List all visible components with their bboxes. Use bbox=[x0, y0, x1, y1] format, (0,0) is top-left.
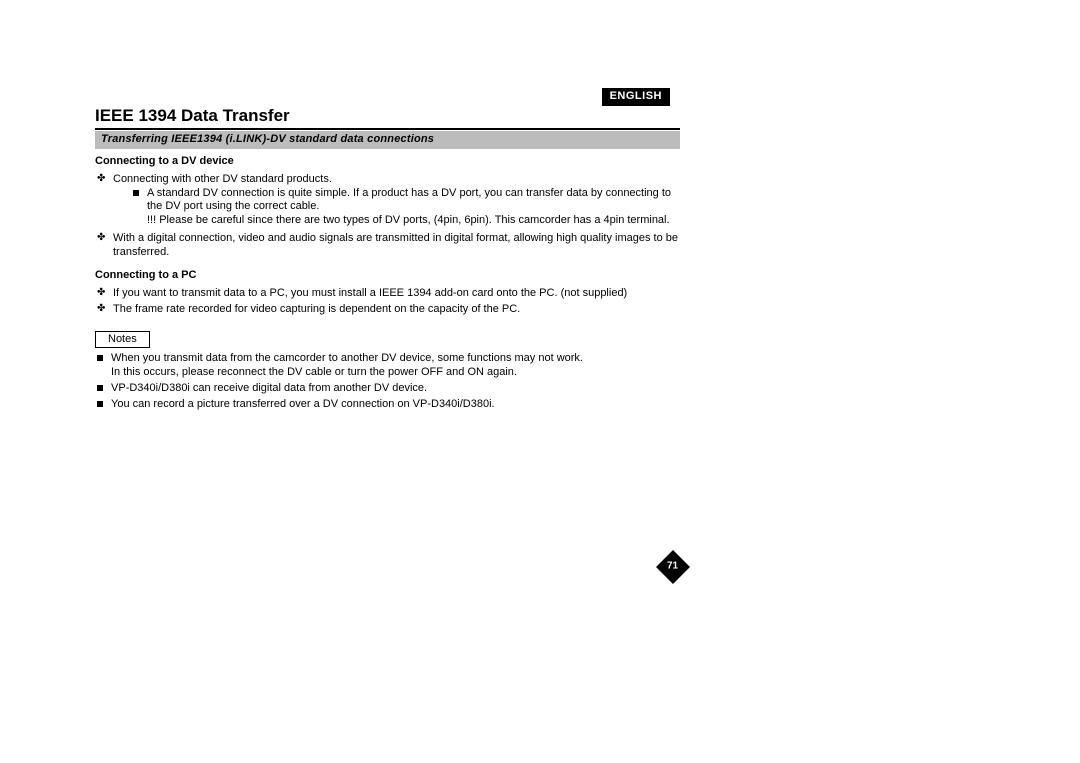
list-item: A standard DV connection is quite simple… bbox=[131, 187, 680, 228]
section-heading-dv: Connecting to a DV device bbox=[95, 155, 680, 169]
section-heading-pc: Connecting to a PC bbox=[95, 269, 680, 283]
list-item: If you want to transmit data to a PC, yo… bbox=[95, 287, 680, 301]
list-item: With a digital connection, video and aud… bbox=[95, 232, 680, 260]
list-item-text: VP-D340i/D380i can receive digital data … bbox=[111, 382, 427, 394]
warning-text: !!! Please be careful since there are tw… bbox=[147, 214, 670, 226]
list-item: You can record a picture transferred ove… bbox=[95, 398, 680, 412]
list-item-text: When you transmit data from the camcorde… bbox=[111, 352, 583, 364]
page-number: 71 bbox=[667, 561, 678, 574]
notes-label: Notes bbox=[95, 331, 150, 349]
list-item: VP-D340i/D380i can receive digital data … bbox=[95, 382, 680, 396]
list-item-text: If you want to transmit data to a PC, yo… bbox=[113, 287, 627, 299]
list-item-text: A standard DV connection is quite simple… bbox=[147, 187, 671, 213]
list-item: Connecting with other DV standard produc… bbox=[95, 173, 680, 228]
pc-list: If you want to transmit data to a PC, yo… bbox=[95, 287, 680, 317]
list-item-text: In this occurs, please reconnect the DV … bbox=[111, 366, 517, 378]
diamond-icon: 71 bbox=[656, 550, 690, 584]
language-badge: ENGLISH bbox=[602, 88, 670, 106]
list-item-text: Connecting with other DV standard produc… bbox=[113, 173, 332, 185]
list-item-text: With a digital connection, video and aud… bbox=[113, 232, 678, 258]
list-item: The frame rate recorded for video captur… bbox=[95, 303, 680, 317]
list-item-text: You can record a picture transferred ove… bbox=[111, 398, 495, 410]
title-rule bbox=[95, 128, 680, 130]
list-item: When you transmit data from the camcorde… bbox=[95, 352, 680, 380]
manual-page: ENGLISH IEEE 1394 Data Transfer Transfer… bbox=[0, 0, 1080, 763]
list-item-text: The frame rate recorded for video captur… bbox=[113, 303, 520, 315]
page-title: IEEE 1394 Data Transfer bbox=[95, 105, 680, 126]
page-number-badge: 71 bbox=[653, 555, 693, 579]
dv-list: Connecting with other DV standard produc… bbox=[95, 173, 680, 260]
dv-sublist: A standard DV connection is quite simple… bbox=[131, 187, 680, 228]
notes-list: When you transmit data from the camcorde… bbox=[95, 352, 680, 411]
content-column: IEEE 1394 Data Transfer Transferring IEE… bbox=[95, 105, 680, 411]
subtitle-bar: Transferring IEEE1394 (i.LINK)-DV standa… bbox=[95, 131, 680, 149]
